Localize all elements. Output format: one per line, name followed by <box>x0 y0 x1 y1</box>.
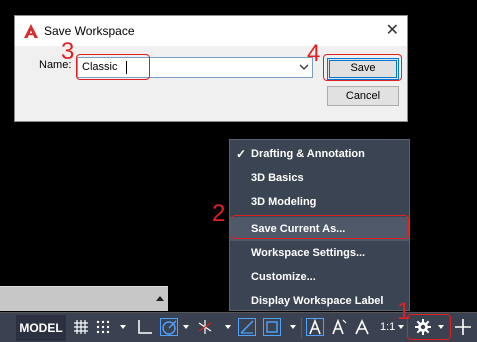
annotation-scale-value[interactable]: 1:1 <box>380 321 395 333</box>
menu-item-3d-basics[interactable]: 3D Basics <box>230 166 409 190</box>
cancel-button-label: Cancel <box>345 90 381 102</box>
annotation-scale-icon[interactable] <box>353 318 371 336</box>
model-space-button[interactable]: MODEL <box>16 315 66 341</box>
snap-dropdown-arrow[interactable] <box>120 325 126 329</box>
annotation-number-4: 4 <box>307 40 321 67</box>
autoscale-icon[interactable] <box>330 318 348 336</box>
scale-dropdown-arrow[interactable] <box>398 325 404 329</box>
cancel-button[interactable]: Cancel <box>327 86 399 106</box>
menu-item-label: 3D Basics <box>251 172 304 184</box>
autocad-logo-icon <box>24 24 38 38</box>
autocad-screen: Save Workspace ✕ Name: Classic Save Canc… <box>0 0 477 342</box>
annotation-box-2 <box>231 215 409 239</box>
menu-item-customize[interactable]: Customize... <box>230 265 409 289</box>
annotation-number-3: 3 <box>61 38 75 65</box>
menu-item-3d-modeling[interactable]: 3D Modeling <box>230 190 409 214</box>
annotation-number-1: 1 <box>397 298 411 325</box>
annotation-box-3 <box>76 54 150 80</box>
isodraft-dropdown-arrow[interactable] <box>225 325 231 329</box>
menu-item-display-workspace-label[interactable]: Display Workspace Label <box>230 289 409 313</box>
menu-item-label: 3D Modeling <box>251 196 317 208</box>
menu-item-label: Display Workspace Label <box>251 295 384 307</box>
menu-item-label: Drafting & Annotation <box>251 148 365 160</box>
expand-up-icon[interactable] <box>156 296 164 301</box>
annotation-box-4 <box>323 54 402 81</box>
command-line-panel[interactable] <box>0 286 168 311</box>
annotation-number-2: 2 <box>212 200 226 227</box>
object-snap-tracking-icon[interactable] <box>238 318 256 336</box>
object-snap-dropdown-arrow[interactable] <box>290 325 296 329</box>
annotation-box-1 <box>407 314 451 340</box>
menu-item-label: Customize... <box>251 271 316 283</box>
polar-tracking-icon[interactable] <box>160 318 178 336</box>
menu-item-label: Workspace Settings... <box>251 247 366 259</box>
snap-mode-icon[interactable] <box>95 318 113 336</box>
grid-icon[interactable] <box>72 318 90 336</box>
polar-dropdown-arrow[interactable] <box>183 325 189 329</box>
checkmark-icon: ✓ <box>236 147 247 161</box>
close-icon[interactable]: ✕ <box>386 20 399 40</box>
status-separator <box>301 318 302 338</box>
dialog-title: Save Workspace <box>44 24 135 38</box>
menu-item-drafting-annotation[interactable]: ✓ Drafting & Annotation <box>230 142 409 166</box>
isodraft-icon[interactable] <box>196 318 214 336</box>
customization-plus-icon[interactable] <box>454 318 472 336</box>
object-snap-icon[interactable] <box>263 318 281 336</box>
annotation-visibility-icon[interactable] <box>306 318 324 336</box>
ortho-mode-icon[interactable] <box>136 318 154 336</box>
menu-item-workspace-settings[interactable]: Workspace Settings... <box>230 241 409 265</box>
